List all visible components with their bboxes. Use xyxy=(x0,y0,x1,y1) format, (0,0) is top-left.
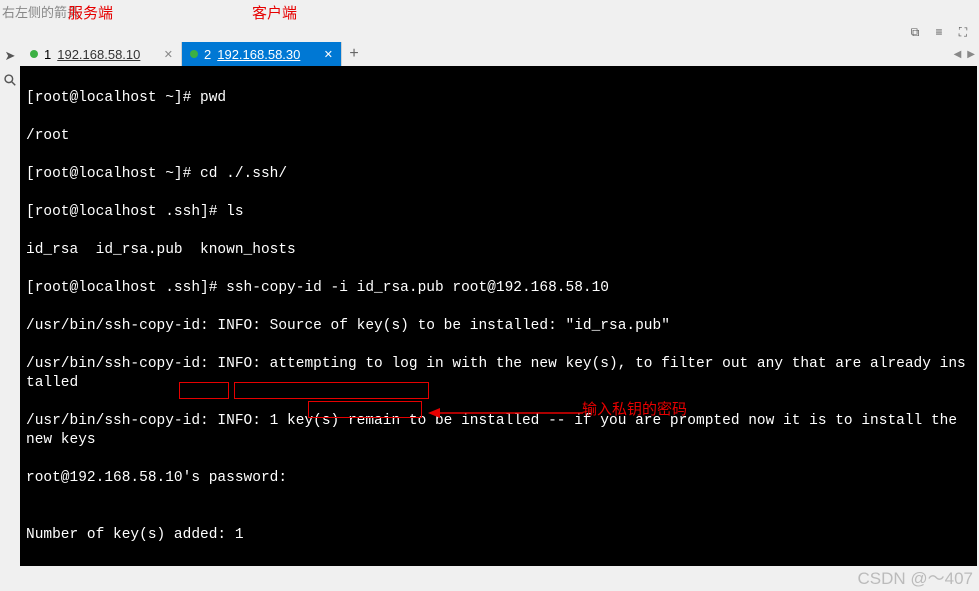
terminal-line: [root@localhost ~]# pwd xyxy=(26,89,971,108)
terminal-line: [root@localhost .ssh]# ls xyxy=(26,203,971,222)
tab-prev-icon[interactable]: ◀ xyxy=(954,49,962,60)
tab-index: 2 xyxy=(204,47,211,62)
tab-label: 192.168.58.10 xyxy=(57,47,140,62)
tab-label: 192.168.58.30 xyxy=(217,47,300,62)
close-icon[interactable]: ✕ xyxy=(324,48,333,61)
annotation-header: 右左侧的箭头 服务端 客户端 xyxy=(0,0,979,22)
tab-bar: 1 192.168.58.10 ✕ 2 192.168.58.30 ✕ + ◀ … xyxy=(0,42,979,66)
annotation-server-label: 服务端 xyxy=(68,2,113,23)
menu-icon[interactable]: ≡ xyxy=(931,24,947,40)
terminal-line: /usr/bin/ssh-copy-id: INFO: 1 key(s) rem… xyxy=(26,412,971,450)
terminal-line: [root@localhost ~]# cd ./.ssh/ xyxy=(26,165,971,184)
tab-session-2[interactable]: 2 192.168.58.30 ✕ xyxy=(182,42,342,66)
terminal-line: root@192.168.58.10's password: xyxy=(26,469,971,488)
terminal-line: [root@localhost .ssh]# ssh-copy-id -i id… xyxy=(26,279,971,298)
toolbar: ⧉ ≡ ⛶ xyxy=(0,22,979,42)
annotation-text: 输入私钥的密码 xyxy=(582,398,687,419)
status-dot-icon xyxy=(190,50,198,58)
left-sidebar: ➤ xyxy=(0,42,20,572)
terminal-line: /usr/bin/ssh-copy-id: INFO: Source of ke… xyxy=(26,317,971,336)
terminal-line: /root xyxy=(26,127,971,146)
terminal-line: /usr/bin/ssh-copy-id: INFO: attempting t… xyxy=(26,355,971,393)
tab-nav: ◀ ▶ xyxy=(954,42,975,66)
watermark: CSDN @～407 xyxy=(857,564,973,589)
tab-next-icon[interactable]: ▶ xyxy=(967,49,975,60)
fullscreen-icon[interactable]: ⛶ xyxy=(955,24,971,40)
status-dot-icon xyxy=(30,50,38,58)
window-icon[interactable]: ⧉ xyxy=(907,24,923,40)
terminal-line: id_rsa id_rsa.pub known_hosts xyxy=(26,241,971,260)
terminal-line: Number of key(s) added: 1 xyxy=(26,526,971,545)
arrow-icon[interactable]: ➤ xyxy=(2,48,18,64)
add-tab-button[interactable]: + xyxy=(342,42,366,66)
tab-session-1[interactable]: 1 192.168.58.10 ✕ xyxy=(22,42,182,66)
search-icon[interactable] xyxy=(2,72,18,88)
terminal-output[interactable]: [root@localhost ~]# pwd /root [root@loca… xyxy=(20,66,977,566)
close-icon[interactable]: ✕ xyxy=(164,48,173,61)
annotation-client-label: 客户端 xyxy=(252,2,297,23)
tab-index: 1 xyxy=(44,47,51,62)
